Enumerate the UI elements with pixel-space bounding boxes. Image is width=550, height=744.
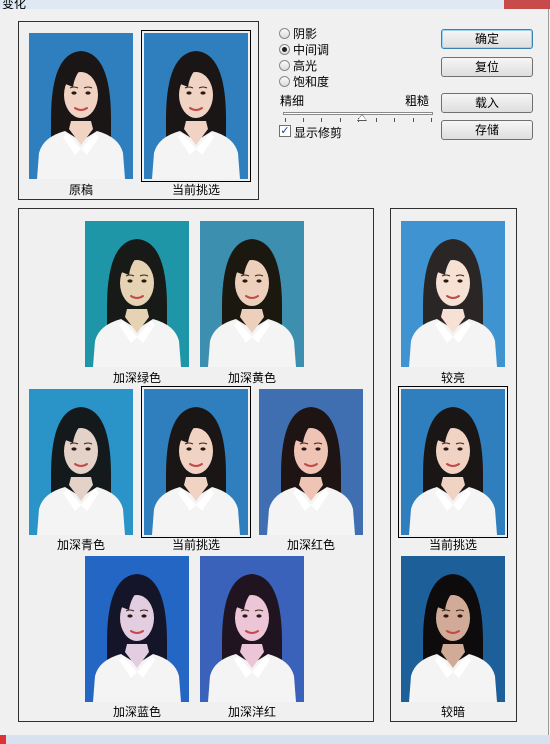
brightness-lighter[interactable] <box>401 221 505 367</box>
portrait-image <box>267 407 355 535</box>
brightness-lighter-label: 较亮 <box>440 371 465 385</box>
portrait-image <box>208 239 296 367</box>
variation-current-pick-label: 当前挑选 <box>171 538 220 552</box>
portrait-image <box>409 239 497 367</box>
portrait-image <box>409 574 497 702</box>
radio-saturation-dot[interactable] <box>279 75 290 87</box>
portrait-image <box>93 239 181 367</box>
original-thumbnail <box>29 33 133 179</box>
variation-more-yellow[interactable] <box>200 221 304 367</box>
slider-tick <box>303 118 304 122</box>
radio-shadows-label: 阴影 <box>293 26 318 41</box>
variation-more-red-label: 加深红色 <box>286 538 335 552</box>
slider-fine-label: 精细 <box>280 94 305 108</box>
slider-tick <box>413 118 414 122</box>
variation-more-yellow-label: 加深黄色 <box>227 371 276 385</box>
portrait-image <box>93 574 181 702</box>
variation-more-blue[interactable] <box>85 556 189 702</box>
brightness-current-pick[interactable] <box>398 386 508 538</box>
variation-more-blue-label: 加深蓝色 <box>112 705 161 719</box>
current-pick-label: 当前挑选 <box>171 183 220 197</box>
portrait-image <box>409 407 497 535</box>
show-clipping-label: 显示修剪 <box>294 126 343 140</box>
slider-tick <box>340 118 341 122</box>
brightness-current-pick-label: 当前挑选 <box>428 538 477 552</box>
variation-more-green[interactable] <box>85 221 189 367</box>
variation-more-green-label: 加深绿色 <box>112 371 161 385</box>
save-button[interactable]: 存储 <box>441 120 533 140</box>
variation-more-cyan-label: 加深青色 <box>56 538 105 552</box>
show-clipping-checkbox[interactable]: ✓ <box>279 125 291 137</box>
ok-button[interactable]: 确定 <box>441 29 533 49</box>
variation-current-pick[interactable] <box>141 386 251 538</box>
slider-tick <box>394 118 395 122</box>
current-pick-thumbnail <box>141 30 251 182</box>
radio-shadows[interactable]: 阴影 <box>279 25 317 41</box>
radio-highlights-label: 高光 <box>293 58 318 73</box>
brightness-darker[interactable] <box>401 556 505 702</box>
reset-button[interactable]: 复位 <box>441 57 533 77</box>
portrait-image <box>37 51 125 179</box>
radio-midtones-dot[interactable] <box>279 43 290 55</box>
radio-shadows-dot[interactable] <box>279 27 290 39</box>
slider-thumb[interactable] <box>357 114 367 121</box>
slider-tick <box>285 118 286 122</box>
portrait-image <box>37 407 125 535</box>
radio-saturation-label: 饱和度 <box>293 74 330 89</box>
variation-more-red[interactable] <box>259 389 363 535</box>
taskbar <box>0 735 550 744</box>
radio-midtones[interactable]: 中间调 <box>279 41 329 57</box>
radio-highlights[interactable]: 高光 <box>279 57 317 73</box>
brightness-darker-label: 较暗 <box>440 705 465 719</box>
variation-more-magenta-label: 加深洋红 <box>227 705 276 719</box>
close-button[interactable] <box>504 0 550 9</box>
radio-midtones-label: 中间调 <box>293 42 330 57</box>
radio-saturation[interactable]: 饱和度 <box>279 73 329 89</box>
portrait-image <box>152 51 240 179</box>
variation-more-magenta[interactable] <box>200 556 304 702</box>
portrait-image <box>208 574 296 702</box>
slider-tick <box>321 118 322 122</box>
window-title: 变化 <box>2 0 27 9</box>
title-bar: 变化 <box>0 0 550 9</box>
slider-tick <box>431 118 432 122</box>
taskbar-app-icon[interactable] <box>0 735 6 744</box>
portrait-image <box>152 407 240 535</box>
original-label: 原稿 <box>68 183 93 197</box>
variation-more-cyan[interactable] <box>29 389 133 535</box>
load-button[interactable]: 载入 <box>441 93 533 113</box>
slider-tick <box>376 118 377 122</box>
slider-coarse-label: 粗糙 <box>405 94 430 108</box>
radio-highlights-dot[interactable] <box>279 59 290 71</box>
